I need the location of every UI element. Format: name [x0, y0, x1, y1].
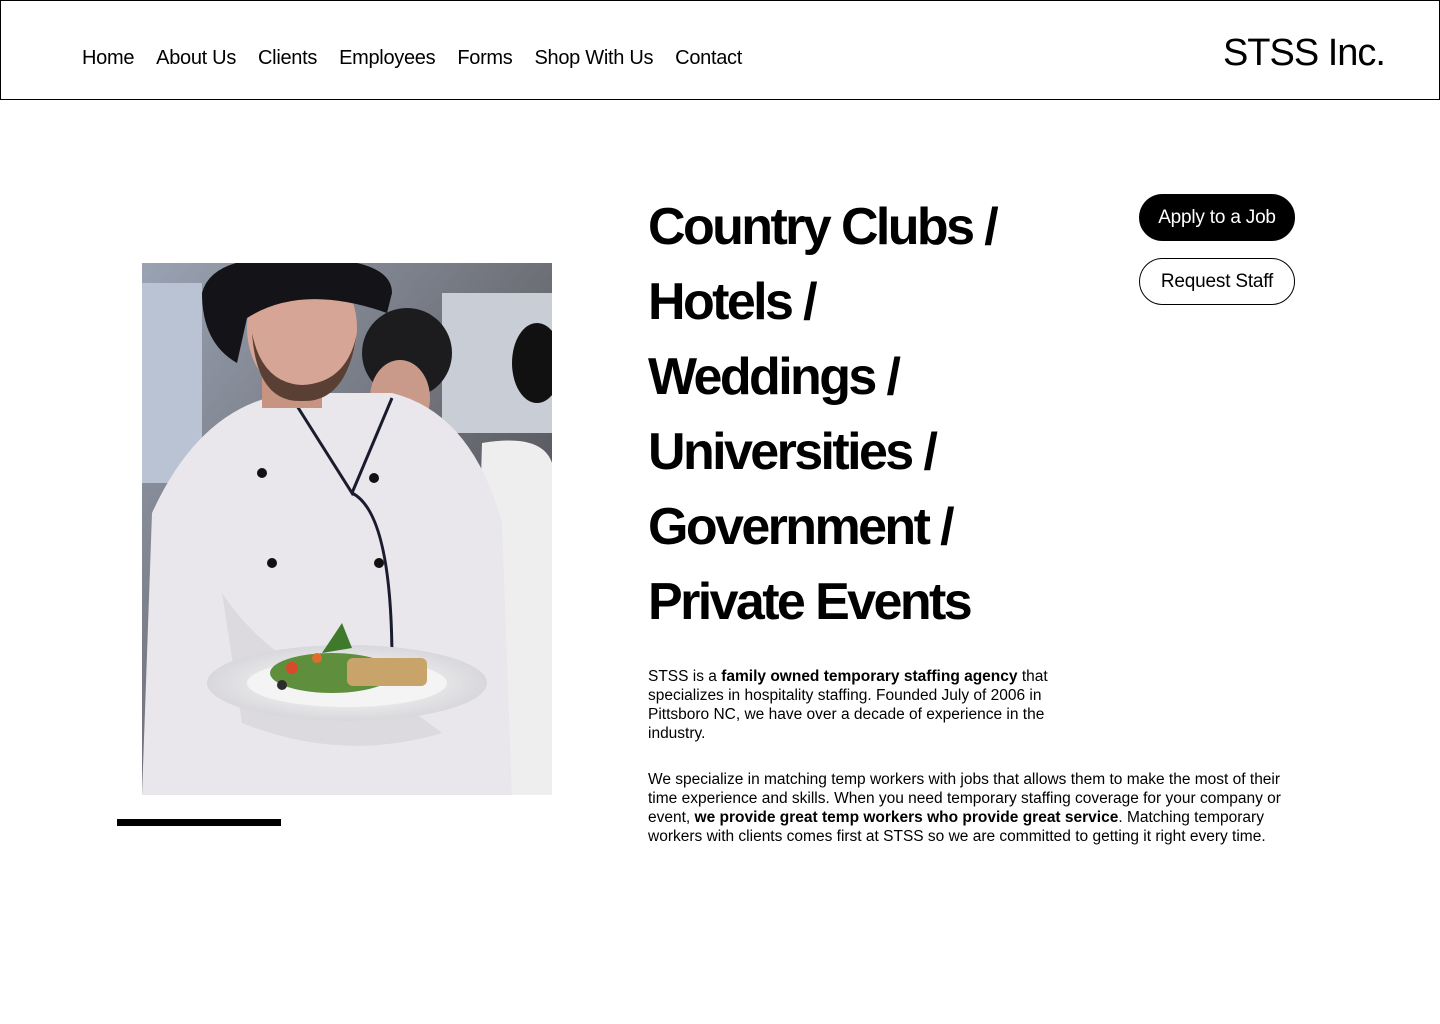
about-paragraph-2: We specialize in matching temp workers w…	[648, 770, 1298, 846]
main-nav: Home About Us Clients Employees Forms Sh…	[82, 47, 764, 70]
headline-line: Country Clubs /	[648, 198, 999, 256]
nav-forms[interactable]: Forms	[457, 47, 512, 70]
brand-logo[interactable]: STSS Inc.	[1223, 32, 1386, 75]
nav-contact[interactable]: Contact	[675, 47, 742, 70]
headline-line: Private Events	[648, 573, 973, 631]
about-paragraph-1: STSS is a family owned temporary staffin…	[648, 667, 1093, 743]
nav-home[interactable]: Home	[82, 47, 134, 70]
nav-clients[interactable]: Clients	[258, 47, 317, 70]
about-p1-bold: family owned temporary staffing agency	[721, 668, 1018, 685]
nav-about-us[interactable]: About Us	[156, 47, 236, 70]
about-p1-pre: STSS is a	[648, 668, 722, 685]
headline-line: Universities /	[648, 423, 938, 481]
headline-line: Weddings /	[648, 348, 901, 406]
headline-line: Hotels /	[648, 273, 818, 331]
about-p2-bold: we provide great temp workers who provid…	[694, 809, 1119, 826]
nav-employees[interactable]: Employees	[339, 47, 436, 70]
services-headline: Country Clubs / Hotels / Weddings / Univ…	[648, 190, 1118, 640]
hero-photo	[142, 263, 552, 795]
nav-shop-with-us[interactable]: Shop With Us	[535, 47, 654, 70]
site-header: Home About Us Clients Employees Forms Sh…	[0, 0, 1440, 100]
apply-to-job-button[interactable]: Apply to a Job	[1139, 194, 1295, 241]
headline-line: Government /	[648, 498, 955, 556]
request-staff-button[interactable]: Request Staff	[1139, 258, 1295, 305]
accent-bar	[117, 819, 281, 826]
chef-illustration	[142, 263, 552, 795]
